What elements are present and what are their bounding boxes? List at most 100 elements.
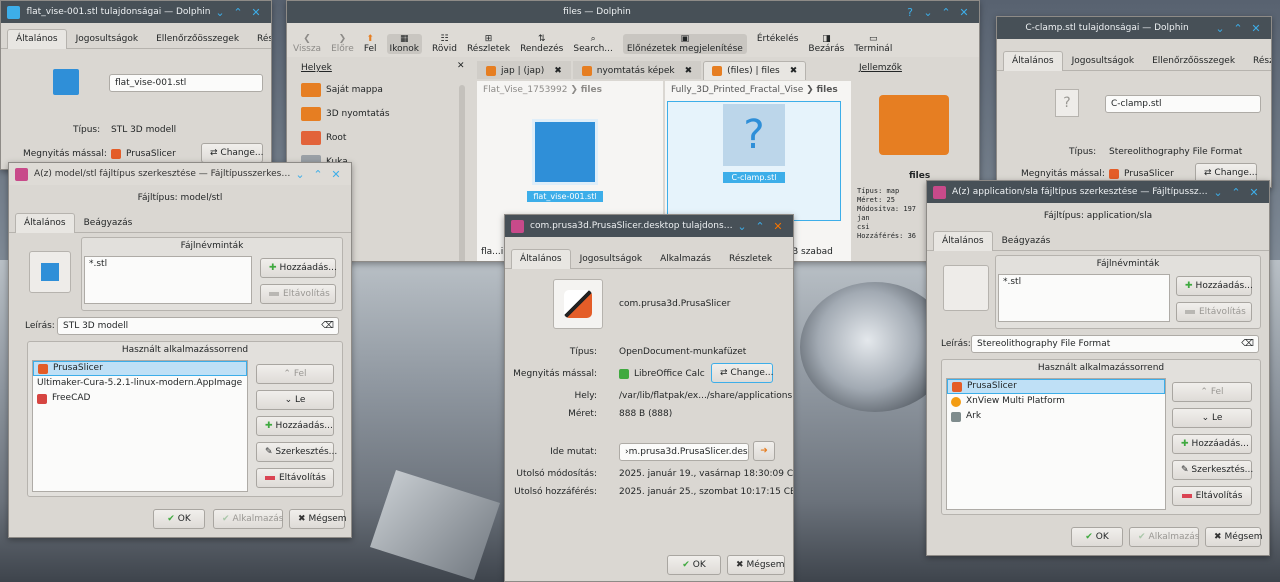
move-down-button[interactable]: ⌄ Le (256, 390, 334, 410)
tab-embedding[interactable]: Beágyazás (993, 231, 1060, 250)
crumb-current[interactable]: files (817, 85, 838, 95)
close-button[interactable]: ✕ (955, 6, 973, 19)
tab-details[interactable]: Részl (248, 29, 271, 48)
sort-button[interactable]: ⇅ Rendezés (520, 34, 563, 54)
app-item-prusaslicer[interactable]: PrusaSlicer (33, 361, 247, 376)
patterns-list[interactable]: *.stl (84, 256, 252, 304)
move-up-button[interactable]: ⌃ Fel (1172, 382, 1252, 402)
maximize-button[interactable]: ⌃ (229, 6, 247, 19)
file-item-flat-vise[interactable]: flat_vise-001.stl (527, 119, 603, 215)
go-to-target-button[interactable]: ➜ (753, 441, 775, 461)
move-up-button[interactable]: ⌃ Fel (256, 364, 334, 384)
target-field[interactable]: ›m.prusa3d.PrusaSlicer.desktop (619, 443, 749, 461)
cancel-button[interactable]: ✖ Mégsem (727, 555, 785, 575)
remove-pattern-button[interactable]: Eltávolítás (1176, 302, 1252, 322)
forward-button[interactable]: ❯ Előre (331, 34, 354, 54)
edit-app-button[interactable]: ✎ Szerkesztés... (1172, 460, 1253, 480)
add-app-button[interactable]: ✚ Hozzáadás... (1172, 434, 1252, 454)
crumb-current[interactable]: files (581, 85, 602, 95)
tab-details[interactable]: Részletek (720, 249, 781, 268)
close-button[interactable]: ✕ (327, 168, 345, 181)
apps-list[interactable]: PrusaSlicer Ultimaker-Cura-5.2.1-linux-m… (32, 360, 248, 492)
place-scrollbar[interactable] (459, 85, 465, 261)
maximize-button[interactable]: ⌃ (309, 168, 327, 181)
tab-checksums[interactable]: Ellenőrzőösszegek (1143, 51, 1244, 70)
rating-button[interactable]: Értékelés (757, 34, 799, 54)
app-item-cura[interactable]: Ultimaker-Cura-5.2.1-linux-modern.AppIma… (33, 376, 247, 391)
tab-embedding[interactable]: Beágyazás (75, 213, 142, 232)
description-field[interactable]: Stereolithography File Format ⌫ (971, 335, 1259, 353)
change-button[interactable]: ⇄ Change... (711, 363, 773, 383)
tab-print-images[interactable]: nyomtatás képek ✖ (572, 61, 702, 79)
mime-icon-button[interactable] (29, 251, 71, 293)
maximize-button[interactable]: ⌃ (937, 6, 955, 19)
preview-button[interactable]: ▣ Előnézetek megjelenítése (622, 34, 747, 54)
file-item-c-clamp[interactable]: ? C-clamp.stl (667, 101, 841, 221)
tab-general[interactable]: Általános (1003, 51, 1063, 71)
remove-app-button[interactable]: Eltávolítás (256, 468, 334, 488)
crumb[interactable]: Fully_3D_Printed_Fractal_Vise (671, 85, 803, 95)
tab-permissions[interactable]: Jogosultságok (571, 249, 651, 268)
icons-view-button[interactable]: ▦ Ikonok (386, 34, 423, 54)
crumb[interactable]: Flat_Vise_1753992 (483, 85, 568, 95)
add-pattern-button[interactable]: ✚ Hozzáadás... (260, 258, 337, 278)
maximize-button[interactable]: ⌃ (1227, 186, 1245, 199)
pattern-item[interactable]: *.stl (999, 275, 1169, 290)
up-button[interactable]: ⬆ Fel (364, 34, 377, 54)
prusaslicer-icon-button[interactable] (553, 279, 603, 329)
filename-field[interactable]: C-clamp.stl (1105, 95, 1261, 113)
app-item-freecad[interactable]: FreeCAD (33, 391, 247, 406)
app-item-prusaslicer[interactable]: PrusaSlicer (947, 379, 1165, 394)
cancel-button[interactable]: ✖ Mégsem (1205, 527, 1263, 547)
filename-field[interactable]: flat_vise-001.stl (109, 74, 263, 92)
ok-button[interactable]: ✔ OK (153, 509, 205, 529)
add-pattern-button[interactable]: ✚ Hozzáadás... (1176, 276, 1253, 296)
maximize-button[interactable]: ⌃ (1229, 22, 1247, 35)
tab-general[interactable]: Általános (511, 249, 571, 269)
minimize-button[interactable]: ⌄ (211, 6, 229, 19)
tab-permissions[interactable]: Jogosultságok (1063, 51, 1143, 70)
remove-pattern-button[interactable]: Eltávolítás (260, 284, 336, 304)
tab-general[interactable]: Általános (7, 29, 67, 49)
tab-permissions[interactable]: Jogosultságok (67, 29, 147, 48)
apps-list[interactable]: PrusaSlicer XnView Multi Platform Ark (946, 378, 1166, 510)
remove-app-button[interactable]: Eltávolítás (1172, 486, 1252, 506)
tab-general[interactable]: Általános (15, 213, 75, 233)
tab-details[interactable]: Részl (1244, 51, 1271, 70)
minimize-button[interactable]: ⌄ (291, 168, 309, 181)
help-button[interactable]: ? (901, 6, 919, 19)
search-button[interactable]: ⌕ Search... (573, 34, 613, 54)
details-view-button[interactable]: ⊞ Részletek (467, 34, 510, 54)
app-item-xnview[interactable]: XnView Multi Platform (947, 394, 1165, 409)
app-item-ark[interactable]: Ark (947, 409, 1165, 424)
back-button[interactable]: ❮ Vissza (293, 34, 321, 54)
tab-checksums[interactable]: Ellenőrzőösszegek (147, 29, 248, 48)
place-3d-printing[interactable]: 3D nyomtatás (301, 107, 390, 121)
close-panel-button[interactable]: ◨ Bezárás (808, 34, 844, 54)
tab-jap[interactable]: jap | (jap) ✖ (477, 61, 571, 79)
minimize-button[interactable]: ⌄ (1209, 186, 1227, 199)
patterns-list[interactable]: *.stl (998, 274, 1170, 322)
change-button[interactable]: ⇄ Change... (201, 143, 263, 163)
apply-button[interactable]: ✔ Alkalmazás (213, 509, 283, 529)
tab-application[interactable]: Alkalmazás (651, 249, 720, 268)
places-close-icon[interactable]: ✕ (457, 61, 465, 71)
maximize-button[interactable]: ⌃ (751, 220, 769, 233)
tab-general[interactable]: Általános (933, 231, 993, 251)
add-app-button[interactable]: ✚ Hozzáadás... (256, 416, 334, 436)
close-button[interactable]: ✕ (247, 6, 265, 19)
edit-app-button[interactable]: ✎ Szerkesztés... (256, 442, 337, 462)
move-down-button[interactable]: ⌄ Le (1172, 408, 1252, 428)
mime-icon-button[interactable] (943, 265, 989, 311)
minimize-button[interactable]: ⌄ (1211, 22, 1229, 35)
tab-close-icon[interactable]: ✖ (554, 66, 562, 76)
pattern-item[interactable]: *.stl (85, 257, 251, 272)
close-button[interactable]: ✕ (1247, 22, 1265, 35)
place-root[interactable]: Root (301, 131, 346, 145)
cancel-button[interactable]: ✖ Mégsem (289, 509, 347, 529)
compact-view-button[interactable]: ☷ Rövid (432, 34, 457, 54)
apply-button[interactable]: ✔ Alkalmazás (1129, 527, 1199, 547)
tab-files[interactable]: (files) | files ✖ (703, 61, 807, 80)
clear-icon[interactable]: ⌫ (321, 318, 334, 334)
close-button[interactable]: ✕ (1245, 186, 1263, 199)
